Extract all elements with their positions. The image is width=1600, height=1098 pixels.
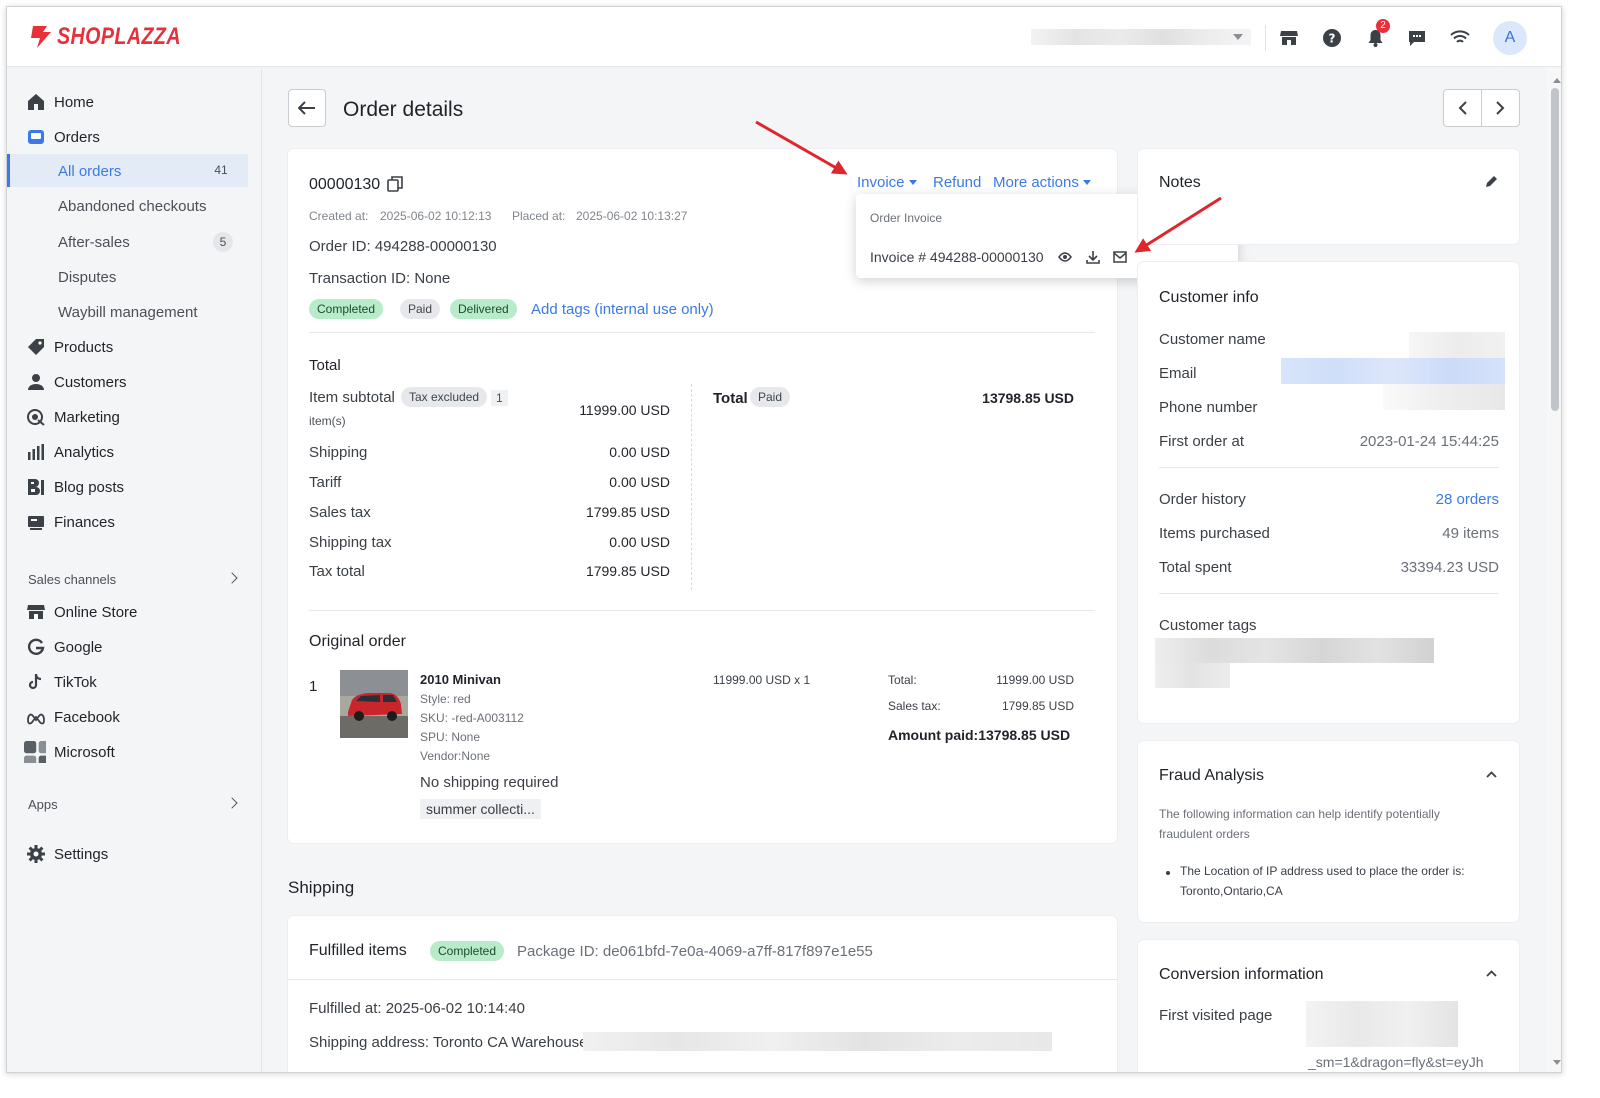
- annotation-arrows: [755, 120, 1222, 253]
- arrow-to-email-icon: [1134, 196, 1222, 253]
- arrow-to-invoice: [755, 120, 848, 175]
- app-window: SHOPLAZZA ? 2 A Home Orders All orders 4…: [6, 6, 1562, 1073]
